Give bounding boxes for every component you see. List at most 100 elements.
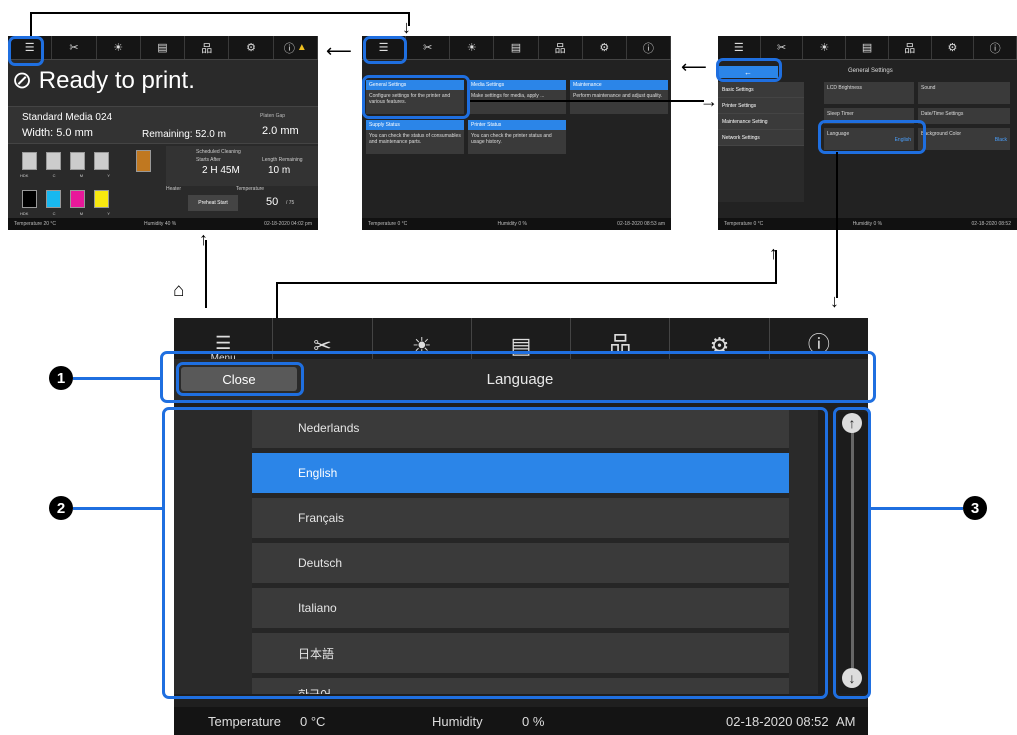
thumb3-language-highlight bbox=[818, 120, 926, 154]
heater-temp: 50 bbox=[266, 196, 279, 208]
ink-m-2 bbox=[70, 190, 85, 208]
connector bbox=[30, 12, 32, 36]
ink-y-2 bbox=[94, 190, 109, 208]
info-icon[interactable]: ⓘ bbox=[974, 36, 1017, 59]
arrow-left-icon: ⟵ bbox=[681, 57, 707, 77]
tile-printer-status[interactable]: Printer Status You can check the printer … bbox=[468, 120, 566, 154]
status-bar: Temperature 0 °C Humidity 0 % 02-18-2020… bbox=[174, 707, 868, 735]
ready-text: Ready to print. bbox=[38, 67, 195, 94]
connector bbox=[30, 12, 410, 14]
media-icon[interactable]: ▤ bbox=[494, 36, 539, 59]
thumb2-toolbar: ☰ ✂ ☀ ▤ 品 ⚙ ⓘ bbox=[362, 36, 671, 60]
tile-sound[interactable]: Sound bbox=[918, 82, 1010, 104]
media-width: Width: 5.0 mm bbox=[22, 127, 93, 139]
arrow-right-icon: → bbox=[700, 91, 718, 111]
sidebar-item-network[interactable]: Network Settings bbox=[718, 130, 804, 146]
home-screen-thumbnail: ☰ ✂ ☀ ▤ 品 ⚙ ⓘ ▲ ⊘ Ready to print. Standar… bbox=[8, 36, 318, 230]
media-panel: Standard Media 024 Width: 5.0 mm Remaini… bbox=[8, 106, 318, 144]
thumb1-menu-highlight bbox=[8, 36, 44, 66]
thumb2-general-highlight bbox=[362, 75, 470, 119]
arrow-left-icon: ⟵ bbox=[326, 41, 352, 61]
ink-hdk bbox=[22, 152, 37, 170]
temperature-label: Temperature bbox=[236, 186, 265, 192]
humidity-value: 0 % bbox=[522, 714, 545, 729]
thumb2-statusbar: Temperature 0 °C Humidity 0 % 02-18-2020 0… bbox=[362, 218, 671, 230]
info-icon[interactable]: ⓘ bbox=[627, 36, 671, 59]
humidity-label: Humidity bbox=[432, 714, 483, 729]
ink-labels-top: HDK C M Y bbox=[20, 173, 110, 178]
callout-2-frame bbox=[162, 407, 828, 699]
settings-sidebar: Basic Settings Printer Settings Maintena… bbox=[718, 82, 804, 202]
status-time: 02-18-2020 08:52 bbox=[726, 714, 829, 729]
thumb3-statusbar: Temperature 0 °C Humidity 0 % 02-18-2020 0… bbox=[718, 218, 1017, 230]
callout-1-line bbox=[73, 377, 161, 380]
cutter-icon[interactable]: ✂ bbox=[52, 36, 97, 59]
home-icon: ⌂ bbox=[173, 280, 185, 301]
network-icon[interactable]: 品 bbox=[539, 36, 583, 59]
light-icon[interactable]: ☀ bbox=[97, 36, 141, 59]
sidebar-item-maintenance[interactable]: Maintenance Setting bbox=[718, 114, 804, 130]
callout-3-line bbox=[871, 507, 963, 510]
arrow-up-icon: ↑ bbox=[769, 243, 778, 263]
cutter-icon[interactable]: ✂ bbox=[406, 36, 451, 59]
cleaning-panel: Scheduled Cleaning Starts After 2 H 45M … bbox=[166, 146, 318, 186]
callout-1: 1 bbox=[49, 366, 73, 390]
arrow-down-icon: ↓ bbox=[402, 17, 411, 37]
ink-y bbox=[94, 152, 109, 170]
tile-media-settings[interactable]: Media Settings Make settings for media, a… bbox=[468, 80, 566, 114]
tile-maintenance[interactable]: Maintenance Perform maintenance and adjus… bbox=[570, 80, 668, 114]
platen-gap-label: Platen Gap bbox=[260, 113, 286, 119]
temperature-label: Temperature bbox=[208, 714, 281, 729]
connector bbox=[276, 282, 777, 284]
cutter-icon[interactable]: ✂ bbox=[761, 36, 804, 59]
callout-2-line bbox=[73, 507, 163, 510]
connector bbox=[205, 240, 207, 308]
thumb3-toolbar: ☰ ✂ ☀ ▤ 品 ⚙ ⓘ bbox=[718, 36, 1017, 60]
thumb3-back-highlight bbox=[716, 58, 782, 82]
maintenance-icon[interactable]: ⚙ bbox=[229, 36, 274, 59]
waste-ink bbox=[136, 150, 151, 172]
maintenance-icon[interactable]: ⚙ bbox=[932, 36, 975, 59]
light-icon[interactable]: ☀ bbox=[450, 36, 495, 59]
connector bbox=[470, 100, 704, 102]
arrow-up-icon: ↑ bbox=[199, 229, 208, 249]
thumb3-title: General Settings bbox=[848, 68, 893, 74]
callout-3: 3 bbox=[963, 496, 987, 520]
callout-3-frame bbox=[833, 407, 871, 699]
ink-labels-bottom: HDK C M Y bbox=[20, 211, 110, 216]
thumb2-menu-highlight bbox=[363, 36, 407, 64]
preheat-button[interactable]: Preheat Start bbox=[188, 195, 238, 211]
maintenance-icon[interactable]: ⚙ bbox=[583, 36, 627, 59]
heater-label: Heater bbox=[166, 186, 182, 192]
platen-gap-value: 2.0 mm bbox=[262, 125, 299, 137]
warning-icon: ▲ bbox=[296, 42, 307, 53]
heater-target: / 75 bbox=[286, 200, 295, 206]
media-icon[interactable]: ▤ bbox=[846, 36, 889, 59]
tile-lcd-brightness[interactable]: LCD Brightness bbox=[824, 82, 914, 104]
menu-icon[interactable]: ☰ bbox=[718, 36, 761, 59]
ready-message: ⊘ Ready to print. bbox=[12, 67, 195, 94]
connector bbox=[836, 152, 838, 298]
tile-supply-status[interactable]: Supply Status You can check the status of… bbox=[366, 120, 464, 154]
ink-c bbox=[46, 152, 61, 170]
menu-screen-thumbnail: ☰ ✂ ☀ ▤ 品 ⚙ ⓘ General Settings Configure … bbox=[362, 36, 671, 230]
ink-m bbox=[70, 152, 85, 170]
thumb1-statusbar: Temperature 20 °C Humidity 40 % 02-18-2020… bbox=[8, 218, 318, 230]
tile-background-color[interactable]: Background Color Black bbox=[918, 128, 1010, 150]
light-icon[interactable]: ☀ bbox=[803, 36, 847, 59]
ink-hdk-2 bbox=[22, 190, 37, 208]
temperature-value: 0 °C bbox=[300, 714, 326, 729]
sidebar-item-basic[interactable]: Basic Settings bbox=[718, 82, 804, 98]
info-icon[interactable]: ⓘ ▲ bbox=[274, 36, 318, 59]
network-icon[interactable]: 品 bbox=[889, 36, 932, 59]
status-ampm: AM bbox=[836, 714, 856, 729]
media-remaining: Remaining: 52.0 m bbox=[142, 129, 226, 140]
close-highlight bbox=[176, 362, 304, 396]
tile-date-time[interactable]: Date/Time Settings bbox=[918, 108, 1010, 124]
arrow-down-icon: ↓ bbox=[830, 291, 839, 311]
media-icon[interactable]: ▤ bbox=[141, 36, 186, 59]
thumb1-toolbar: ☰ ✂ ☀ ▤ 品 ⚙ ⓘ ▲ bbox=[8, 36, 318, 60]
media-name: Standard Media 024 bbox=[22, 112, 113, 123]
sidebar-item-printer[interactable]: Printer Settings bbox=[718, 98, 804, 114]
network-icon[interactable]: 品 bbox=[185, 36, 230, 59]
